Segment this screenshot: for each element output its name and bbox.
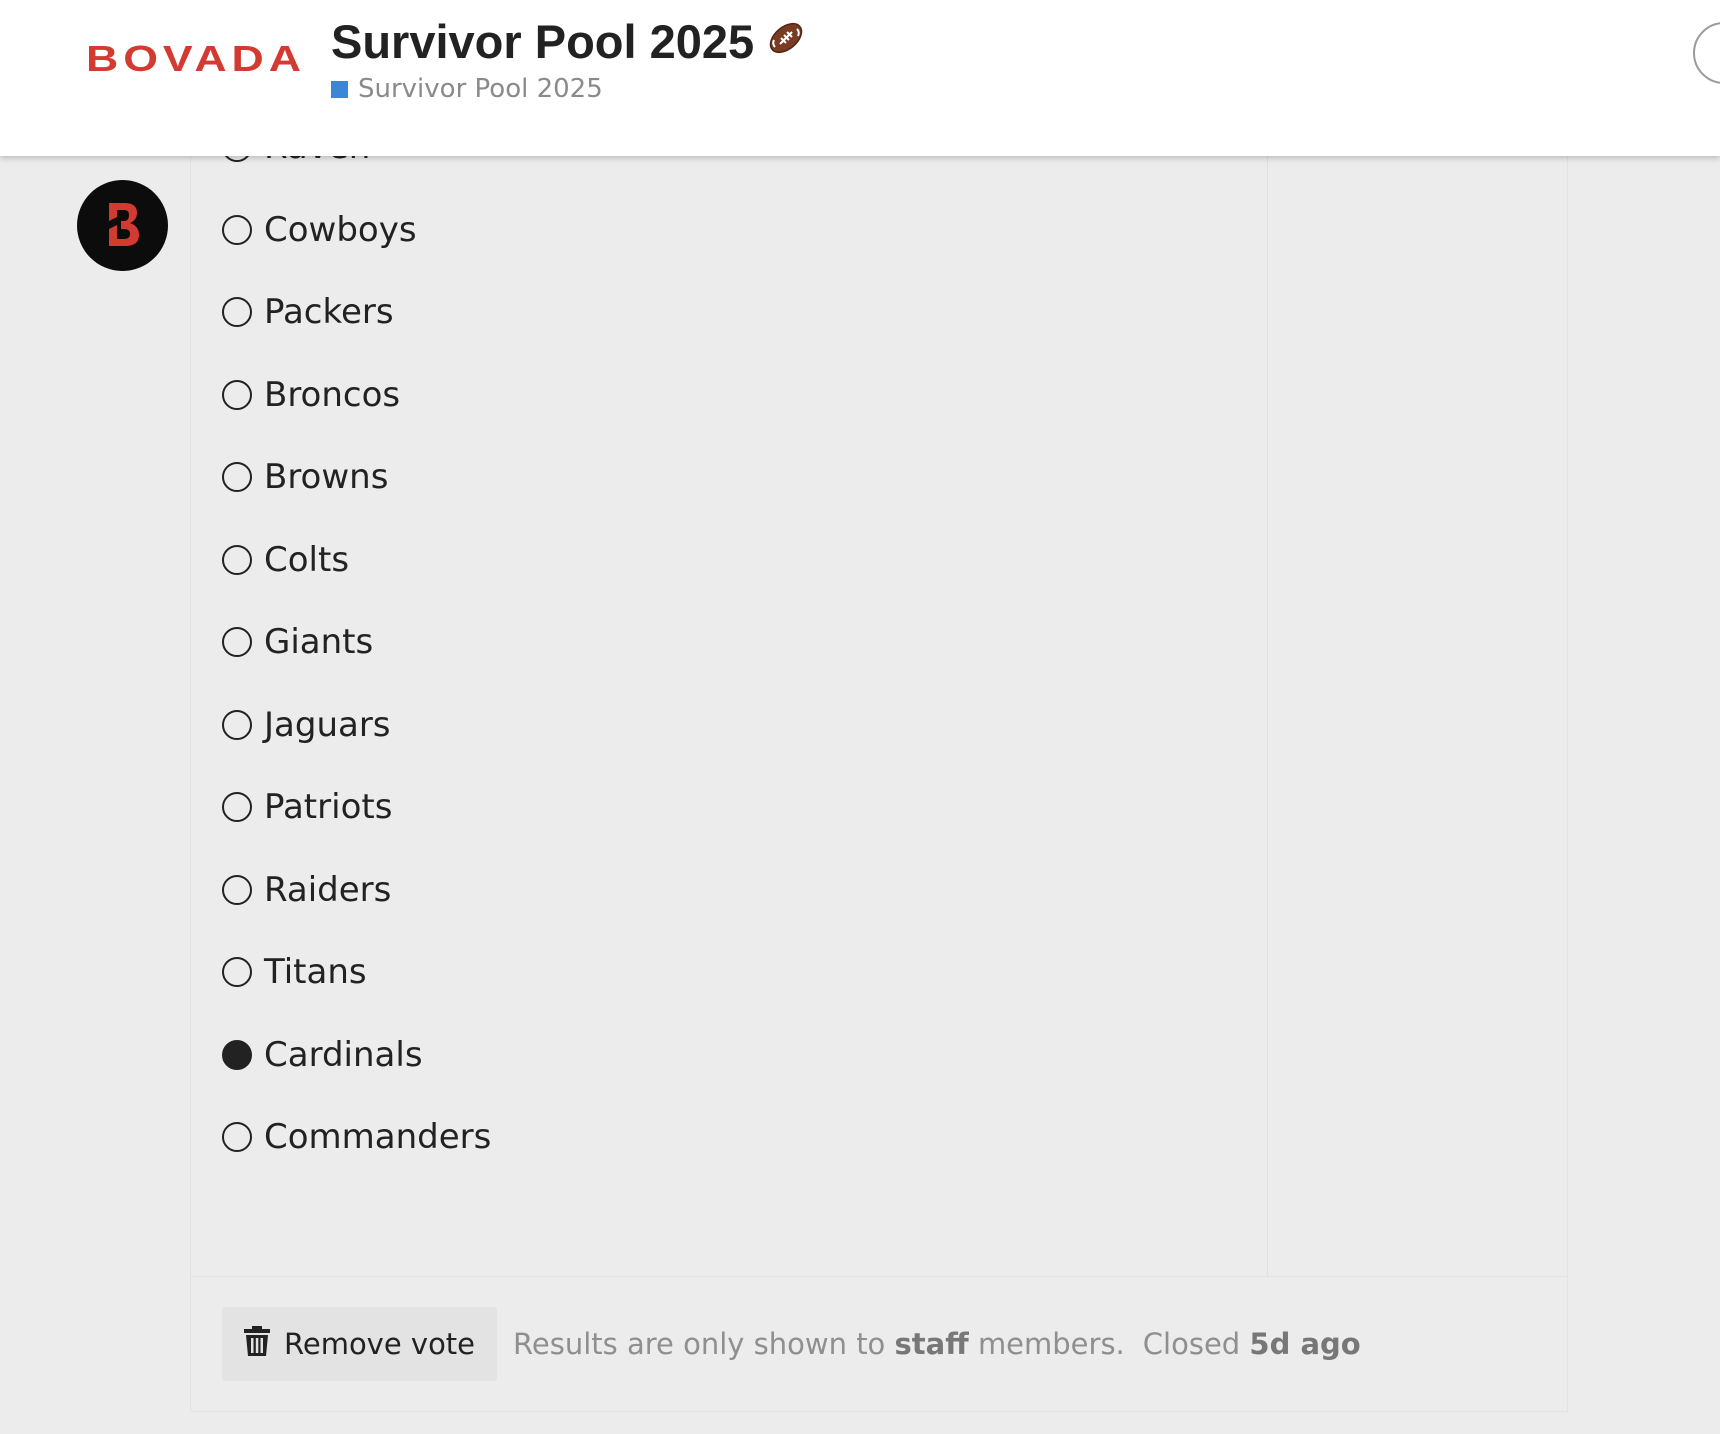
results-prefix: Results are only shown to	[513, 1327, 886, 1361]
category-name[interactable]: Survivor Pool 2025	[358, 74, 603, 104]
radio-unchecked-icon[interactable]	[222, 874, 252, 905]
poll-closed-status: Closed 5d ago	[1143, 1327, 1361, 1361]
poll-option[interactable]: Patriots	[222, 766, 491, 849]
results-group: staff	[894, 1327, 969, 1361]
poster-avatar[interactable]	[77, 180, 168, 271]
poll-option-label: Raiders	[264, 869, 392, 910]
topic-title-text[interactable]: Survivor Pool 2025	[331, 15, 754, 68]
poll-option-label: Browns	[264, 457, 389, 498]
bovada-logo[interactable]: BOVADA	[84, 38, 308, 78]
poll-option-label: Titans	[264, 952, 367, 993]
poll-option[interactable]: Packers	[222, 271, 491, 354]
poll-option-label: Cardinals	[264, 1034, 423, 1075]
poll-option-label: Patriots	[264, 787, 393, 828]
bovada-b-icon	[103, 199, 143, 253]
closed-time: 5d ago	[1249, 1327, 1361, 1361]
radio-unchecked-icon[interactable]	[222, 379, 252, 410]
poll-option-selected[interactable]: Cardinals	[222, 1014, 491, 1097]
poll-option-label: Packers	[264, 292, 394, 333]
poll-footer: Remove vote Results are only shown to st…	[222, 1307, 1361, 1381]
poll-option[interactable]: Jaguars	[222, 684, 491, 767]
poll-footer-divider	[191, 1276, 1567, 1277]
remove-vote-label: Remove vote	[284, 1327, 476, 1361]
trash-icon	[244, 1325, 270, 1363]
poll-column-divider	[1267, 100, 1268, 1276]
user-avatar-icon[interactable]	[1693, 22, 1720, 84]
poll-option[interactable]: Colts	[222, 519, 491, 602]
radio-unchecked-icon[interactable]	[222, 297, 252, 328]
topic-title[interactable]: Survivor Pool 2025	[331, 14, 806, 70]
radio-unchecked-icon[interactable]	[222, 792, 252, 823]
radio-unchecked-icon[interactable]	[222, 1122, 252, 1153]
svg-text:BOVADA: BOVADA	[86, 38, 306, 78]
poll-option-label: Broncos	[264, 374, 401, 415]
radio-unchecked-icon[interactable]	[222, 462, 252, 493]
radio-unchecked-icon[interactable]	[222, 627, 252, 658]
radio-unchecked-icon[interactable]	[222, 214, 252, 245]
poll-results-info: Results are only shown to staff members.…	[513, 1327, 1361, 1361]
poll-option-label: Colts	[264, 539, 350, 580]
radio-checked-icon[interactable]	[222, 1039, 252, 1070]
closed-prefix: Closed	[1142, 1327, 1241, 1361]
poll-option-label: Cowboys	[264, 209, 417, 250]
poll-option[interactable]: Commanders	[222, 1096, 491, 1179]
category-color-swatch	[331, 80, 348, 98]
results-suffix: members.	[977, 1327, 1125, 1361]
football-icon	[766, 14, 806, 70]
poll-option-label: Commanders	[264, 1117, 492, 1158]
poll-option[interactable]: Broncos	[222, 354, 491, 437]
poll-option[interactable]: Cowboys	[222, 189, 491, 272]
site-header: BOVADA Survivor Pool 2025 Survivor Pool …	[0, 0, 1720, 156]
poll-option-label: Giants	[264, 622, 374, 663]
poll-option-label: Jaguars	[264, 704, 391, 745]
radio-unchecked-icon[interactable]	[222, 957, 252, 988]
radio-unchecked-icon[interactable]	[222, 709, 252, 740]
remove-vote-button[interactable]: Remove vote	[222, 1307, 498, 1381]
poll-option[interactable]: Titans	[222, 931, 491, 1014]
poll-option[interactable]: Browns	[222, 436, 491, 519]
poll-option[interactable]: Giants	[222, 601, 491, 684]
poll-option[interactable]: Raiders	[222, 849, 491, 932]
category-badge[interactable]: Survivor Pool 2025	[331, 72, 603, 106]
radio-unchecked-icon[interactable]	[222, 544, 252, 575]
poll-options-list: Raven Cowboys Packers Broncos Browns Col…	[222, 106, 491, 1179]
